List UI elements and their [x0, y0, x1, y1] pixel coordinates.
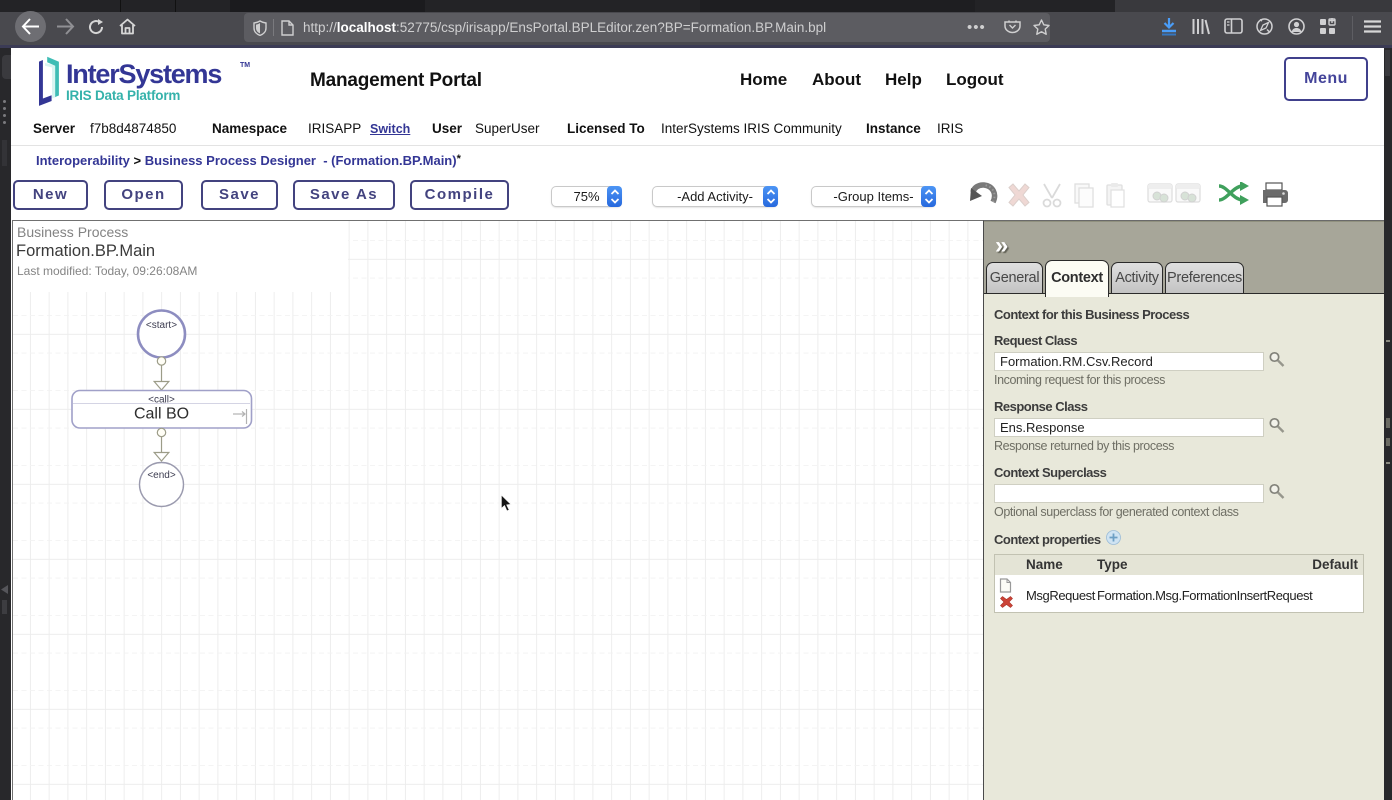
svg-text:Call BO: Call BO — [134, 406, 189, 423]
svg-text:<end>: <end> — [147, 470, 176, 481]
svg-text:IRIS Data Platform: IRIS Data Platform — [66, 88, 180, 103]
svg-text:<start>: <start> — [146, 320, 177, 331]
svg-text:TM: TM — [240, 62, 250, 69]
svg-text:InterSystems: InterSystems — [66, 59, 221, 89]
